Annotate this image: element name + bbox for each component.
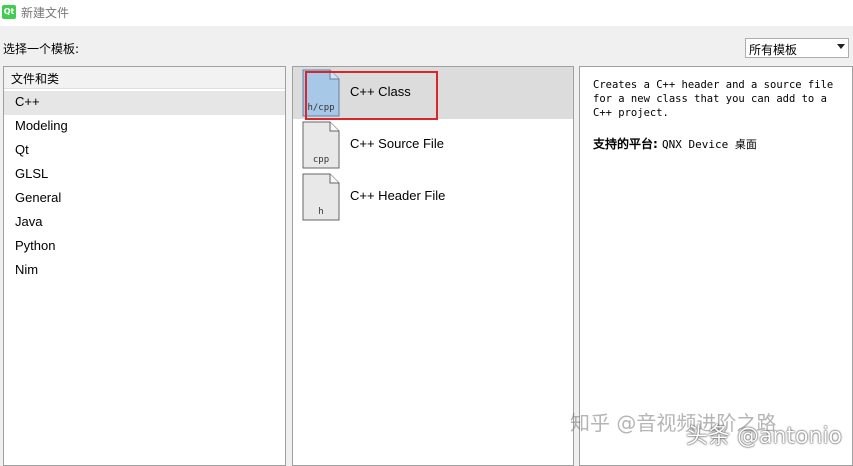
choose-template-label: 选择一个模板: bbox=[3, 42, 80, 56]
category-label: Nim bbox=[15, 262, 39, 277]
category-label: Python bbox=[15, 238, 56, 253]
platforms-label: 支持的平台 bbox=[593, 137, 654, 151]
category-label: General bbox=[15, 190, 62, 205]
category-modeling[interactable]: Modeling bbox=[4, 115, 285, 139]
category-general[interactable]: General bbox=[4, 187, 285, 211]
annotation-highlight-box bbox=[305, 71, 438, 120]
category-label: GLSL bbox=[15, 166, 49, 181]
category-label: Qt bbox=[15, 142, 29, 157]
template-filter-select[interactable]: 所有模板 bbox=[745, 38, 849, 58]
category-header-label: 文件和类 bbox=[11, 72, 60, 86]
details-panel: Creates a C++ header and a source file f… bbox=[579, 66, 853, 466]
category-java[interactable]: Java bbox=[4, 211, 285, 235]
chevron-down-icon bbox=[837, 44, 845, 49]
template-label: C++ Source File bbox=[350, 136, 444, 151]
template-filter-value: 所有模板 bbox=[749, 43, 798, 57]
platforms-value: QNX Device 桌面 bbox=[662, 138, 757, 151]
category-label: Java bbox=[15, 214, 43, 229]
svg-text:cpp: cpp bbox=[313, 155, 329, 165]
qt-app-icon: Qt bbox=[2, 5, 16, 19]
category-label: Modeling bbox=[15, 118, 68, 133]
svg-text:h: h bbox=[318, 207, 323, 217]
category-glsl[interactable]: GLSL bbox=[4, 163, 285, 187]
toutiao-watermark: 头条 @antonio bbox=[686, 424, 843, 449]
category-python[interactable]: Python bbox=[4, 235, 285, 259]
category-nim[interactable]: Nim bbox=[4, 259, 285, 283]
template-panel: h/cpp C++ Class cpp C++ Source File h C+… bbox=[292, 66, 574, 466]
template-cpp-header-file[interactable]: h C++ Header File bbox=[293, 171, 573, 223]
category-label: C++ bbox=[15, 94, 40, 109]
category-panel: 文件和类 C++ Modeling Qt GLSL General Java P… bbox=[3, 66, 286, 466]
category-qt[interactable]: Qt bbox=[4, 139, 285, 163]
cpp-source-file-icon: cpp bbox=[302, 121, 340, 169]
template-description: Creates a C++ header and a source file f… bbox=[593, 79, 834, 119]
window-title: 新建文件 bbox=[21, 6, 70, 20]
supported-platforms: 支持的平台: QNX Device 桌面 bbox=[593, 137, 757, 151]
cpp-header-file-icon: h bbox=[302, 173, 340, 221]
category-cpp[interactable]: C++ bbox=[4, 91, 285, 115]
title-bar: Qt 新建文件 bbox=[0, 0, 853, 26]
category-header: 文件和类 bbox=[4, 67, 285, 89]
template-cpp-source-file[interactable]: cpp C++ Source File bbox=[293, 119, 573, 171]
template-label: C++ Header File bbox=[350, 188, 446, 203]
